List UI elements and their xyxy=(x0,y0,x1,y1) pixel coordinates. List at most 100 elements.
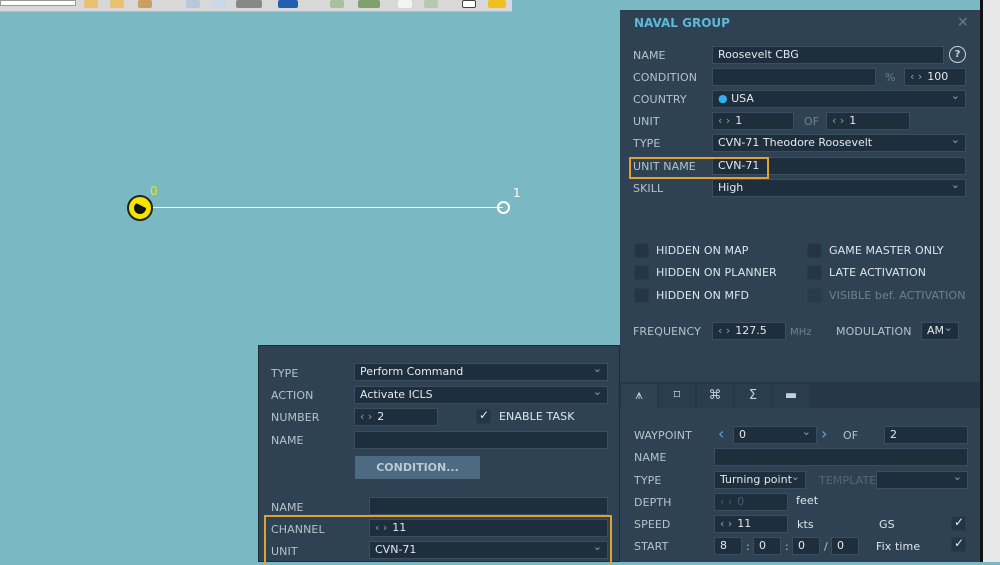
country-select[interactable]: ● USA xyxy=(712,90,966,108)
unit-total-stepper[interactable]: ‹ › 1 xyxy=(826,112,910,130)
task-name-input[interactable] xyxy=(354,431,608,449)
start-day-input[interactable]: 0 xyxy=(831,537,859,555)
fix-time-checkbox[interactable] xyxy=(951,536,966,552)
page-icon[interactable] xyxy=(424,0,438,8)
select-icon[interactable] xyxy=(236,0,262,8)
panel-title: NAVAL GROUP xyxy=(634,16,730,30)
gs-checkbox[interactable] xyxy=(951,515,966,531)
toolbar xyxy=(0,0,512,12)
hidden-on-planner-label: HIDDEN ON PLANNER xyxy=(656,266,777,279)
modulation-select[interactable]: AM xyxy=(921,322,959,340)
wp-type-select[interactable]: Turning point xyxy=(714,471,806,489)
page-icon[interactable] xyxy=(398,0,412,8)
scrollbar-strip xyxy=(980,0,1000,562)
tab-payload[interactable]: ▬ xyxy=(773,384,809,408)
number-label: NUMBER xyxy=(271,411,320,424)
vehicle-icon[interactable] xyxy=(358,0,380,8)
type-select[interactable]: CVN-71 Theodore Roosevelt xyxy=(712,134,966,152)
next-waypoint-icon[interactable]: › xyxy=(821,424,827,443)
unit-label: UNIT xyxy=(633,115,660,128)
task-type-label: TYPE xyxy=(271,367,299,380)
modulation-label: MODULATION xyxy=(836,325,912,338)
toolbar-input[interactable] xyxy=(0,0,76,6)
text-icon[interactable] xyxy=(462,0,476,8)
flag-icon[interactable] xyxy=(110,0,124,8)
tab-targets[interactable]: ⌘ xyxy=(697,384,733,408)
kts-label: kts xyxy=(797,518,814,531)
tab-triggers[interactable]: ⌑ xyxy=(659,384,695,408)
start-hour-input[interactable]: 8 xyxy=(714,537,742,555)
ship-unit-icon[interactable] xyxy=(127,195,153,221)
zoom-icon[interactable] xyxy=(186,0,200,8)
start-label: START xyxy=(634,540,669,553)
hidden-on-planner-checkbox[interactable] xyxy=(634,265,649,280)
late-activation-checkbox[interactable] xyxy=(807,265,822,280)
probability-value: 100 xyxy=(927,70,949,83)
help-icon[interactable]: ? xyxy=(949,46,966,63)
condition-label: CONDITION xyxy=(633,71,698,84)
game-master-only-checkbox[interactable] xyxy=(807,243,822,258)
percent-label: % xyxy=(885,71,896,84)
game-master-only-label: GAME MASTER ONLY xyxy=(829,244,944,257)
probability-stepper[interactable]: ‹ › 100 xyxy=(904,68,966,86)
waypoint-select[interactable]: 0 xyxy=(733,426,817,444)
number-value: 2 xyxy=(377,410,385,423)
gs-label: GS xyxy=(879,518,895,531)
task-name-label: NAME xyxy=(271,434,304,447)
hidden-on-mfd-checkbox[interactable] xyxy=(634,288,649,303)
start-minute-input[interactable]: 0 xyxy=(753,537,781,555)
wp-name-input[interactable] xyxy=(714,448,968,466)
unit-value: 1 xyxy=(735,114,743,127)
country-label: COUNTRY xyxy=(633,93,687,106)
of-label: OF xyxy=(804,115,820,128)
frequency-label: FREQUENCY xyxy=(633,325,701,338)
hidden-on-map-checkbox[interactable] xyxy=(634,243,649,258)
late-activation-label: LATE ACTIVATION xyxy=(829,266,927,279)
frequency-stepper[interactable]: ‹ › 127.5 xyxy=(712,322,786,340)
add-icon[interactable] xyxy=(330,0,344,8)
colon: : xyxy=(746,540,750,553)
country-value: USA xyxy=(731,92,754,105)
waypoint-marker[interactable] xyxy=(497,201,510,214)
condition-button[interactable]: CONDITION... xyxy=(355,456,480,479)
start-second-input[interactable]: 0 xyxy=(792,537,820,555)
highlight-box xyxy=(629,157,769,179)
visible-before-activation-checkbox[interactable] xyxy=(807,288,822,303)
highlight-box xyxy=(264,515,612,565)
unit-stepper[interactable]: ‹ › 1 xyxy=(712,112,794,130)
wp-name-label: NAME xyxy=(634,451,667,464)
skill-select[interactable]: High xyxy=(712,179,966,197)
undo-icon[interactable] xyxy=(278,0,298,8)
action-select[interactable]: Activate ICLS xyxy=(354,386,608,404)
frequency-value: 127.5 xyxy=(735,324,767,337)
zoom-fit-icon[interactable] xyxy=(212,0,226,8)
edit-icon[interactable] xyxy=(138,0,152,8)
task-type-select[interactable]: Perform Command xyxy=(354,363,608,381)
prev-waypoint-icon[interactable]: ‹ xyxy=(718,424,724,443)
slash: / xyxy=(824,540,828,553)
name-input[interactable]: Roosevelt CBG xyxy=(712,46,944,64)
template-select[interactable] xyxy=(876,471,968,489)
waypoint-label: WAYPOINT xyxy=(634,429,692,442)
hidden-on-map-label: HIDDEN ON MAP xyxy=(656,244,749,257)
enable-task-label: ENABLE TASK xyxy=(499,410,575,423)
tab-route[interactable]: ⩚ xyxy=(621,384,657,408)
speed-stepper[interactable]: ‹ › 11 xyxy=(714,515,788,533)
mhz-label: MHz xyxy=(790,327,812,338)
depth-stepper[interactable]: ‹ › 0 xyxy=(714,493,788,511)
tab-summary[interactable]: Σ xyxy=(735,384,771,408)
speed-label: SPEED xyxy=(634,518,671,531)
flag-icon[interactable] xyxy=(84,0,98,8)
template-label: TEMPLATE xyxy=(819,474,877,487)
skill-label: SKILL xyxy=(633,182,664,195)
unit-total-value: 1 xyxy=(849,114,857,127)
comment-icon[interactable] xyxy=(488,0,506,8)
condition-input[interactable] xyxy=(712,68,876,86)
number-stepper[interactable]: ‹ › 2 xyxy=(354,408,438,426)
of-label: OF xyxy=(843,429,859,442)
type-label: TYPE xyxy=(633,137,661,150)
close-icon[interactable]: × xyxy=(957,14,969,30)
waypoint-label: 0 xyxy=(150,184,158,198)
task-name2-input[interactable] xyxy=(369,497,608,515)
enable-task-checkbox[interactable] xyxy=(476,408,491,424)
